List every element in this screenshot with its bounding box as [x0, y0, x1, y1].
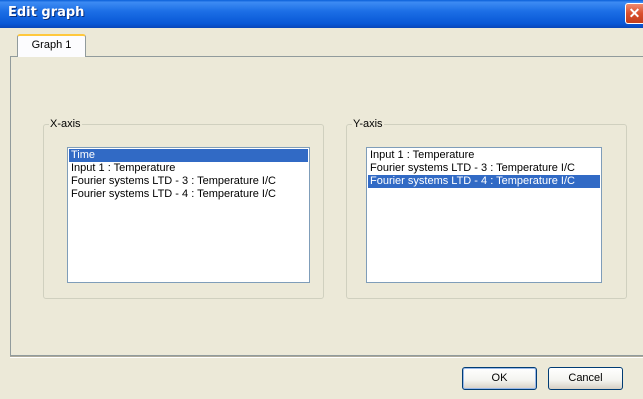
x-axis-groupbox: X-axis Time Input 1 : Temperature Fourie…: [43, 117, 324, 299]
cancel-button[interactable]: Cancel: [548, 367, 623, 390]
window-title: Edit graph: [8, 5, 85, 20]
y-axis-list-item[interactable]: Fourier systems LTD - 4 : Temperature I/…: [368, 175, 600, 188]
close-icon: ✕: [628, 5, 641, 21]
title-bar[interactable]: Edit graph ✕: [0, 0, 643, 28]
x-axis-list-item[interactable]: Time: [69, 149, 308, 162]
y-axis-listbox[interactable]: Input 1 : Temperature Fourier systems LT…: [366, 147, 602, 283]
edit-graph-dialog: Edit graph ✕ Graph 1 X-axis Time Input 1…: [0, 0, 643, 399]
y-axis-groupbox: Y-axis Input 1 : Temperature Fourier sys…: [346, 117, 627, 299]
footer-divider: [10, 356, 643, 358]
y-axis-label: Y-axis: [352, 117, 384, 131]
y-axis-list-item[interactable]: Fourier systems LTD - 3 : Temperature I/…: [368, 162, 600, 175]
x-axis-label: X-axis: [49, 117, 82, 131]
tab-panel: X-axis Time Input 1 : Temperature Fourie…: [10, 56, 643, 356]
close-button[interactable]: ✕: [625, 3, 643, 24]
x-axis-listbox[interactable]: Time Input 1 : Temperature Fourier syste…: [67, 147, 310, 283]
tab-graph-1[interactable]: Graph 1: [17, 34, 86, 57]
x-axis-list-item[interactable]: Fourier systems LTD - 4 : Temperature I/…: [69, 188, 308, 201]
y-axis-list-item[interactable]: Input 1 : Temperature: [368, 149, 600, 162]
x-axis-list-item[interactable]: Input 1 : Temperature: [69, 162, 308, 175]
ok-button[interactable]: OK: [462, 367, 537, 390]
x-axis-list-item[interactable]: Fourier systems LTD - 3 : Temperature I/…: [69, 175, 308, 188]
